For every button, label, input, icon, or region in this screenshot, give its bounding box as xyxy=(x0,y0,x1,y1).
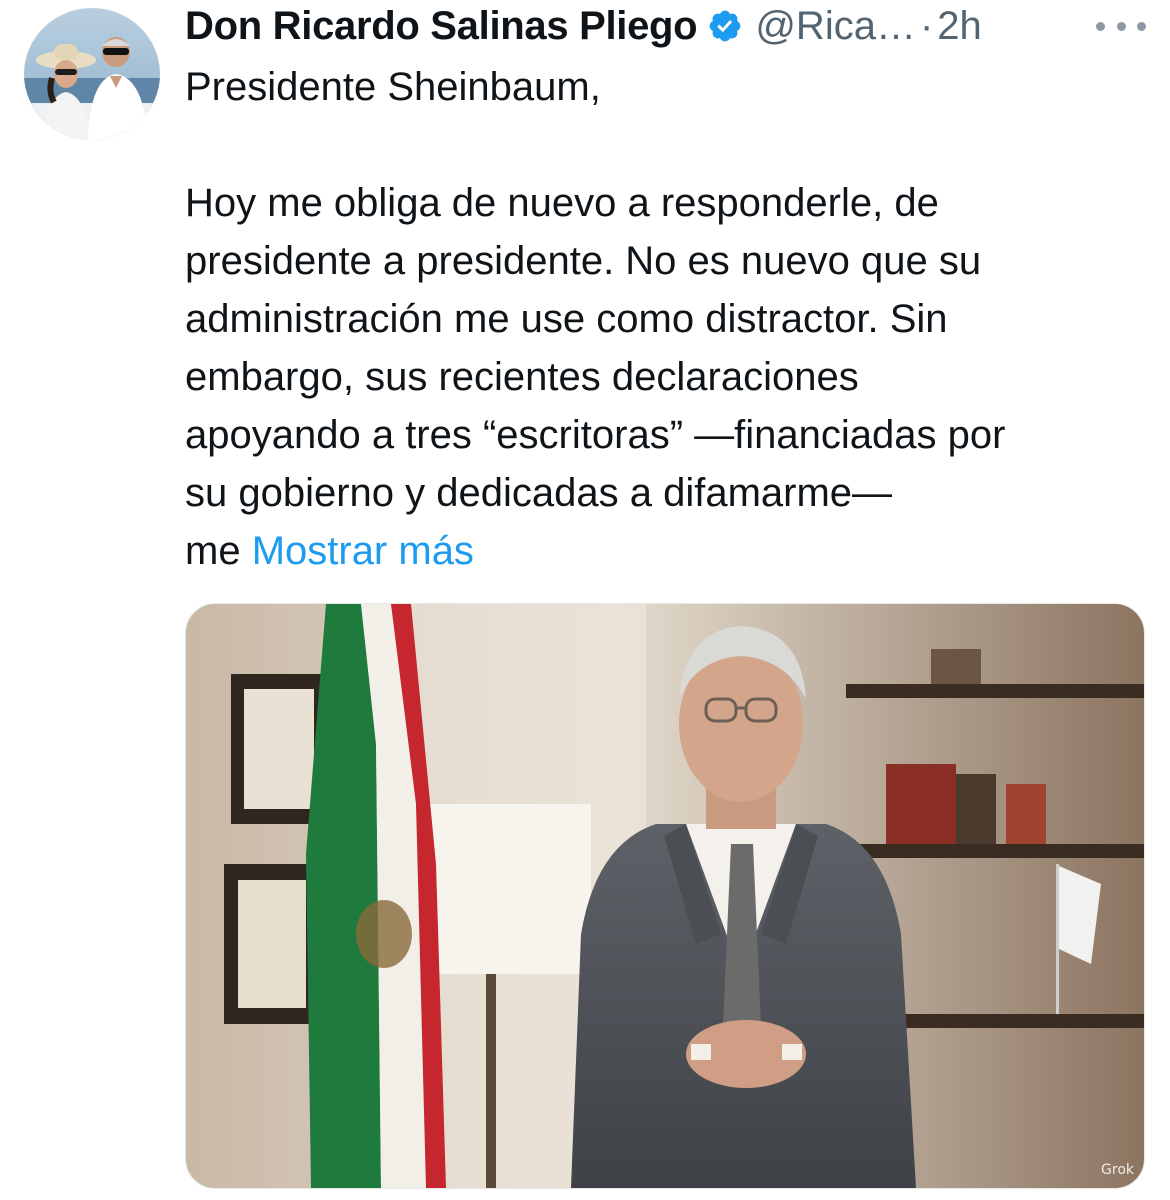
tweet-paragraph: Hoy me obliga de nuevo a responderle, de… xyxy=(185,174,1155,580)
more-dot xyxy=(1096,21,1105,31)
show-more-link[interactable]: Mostrar más xyxy=(252,529,474,573)
more-dot xyxy=(1137,21,1146,31)
tweet-text: Presidente Sheinbaum, Hoy me obliga de n… xyxy=(185,58,1155,580)
tweet-timestamp[interactable]: 2h xyxy=(937,4,982,49)
tweet-header: Don Ricardo Salinas Pliego @Rica… · 2h xyxy=(185,0,1145,52)
more-options-icon[interactable] xyxy=(1096,14,1146,38)
verified-badge-icon xyxy=(707,8,743,44)
grok-watermark: Grok xyxy=(1101,1162,1134,1178)
separator-dot: · xyxy=(919,3,934,48)
author-handle[interactable]: @Rica… xyxy=(755,4,916,49)
tweet-paragraph-text: Hoy me obliga de nuevo a responderle, de… xyxy=(185,181,1006,573)
more-dot xyxy=(1116,21,1126,31)
tweet-media-photo[interactable]: Grok xyxy=(185,603,1145,1189)
tweet-salutation: Presidente Sheinbaum, xyxy=(185,65,601,109)
tweet[interactable]: Don Ricardo Salinas Pliego @Rica… · 2h P… xyxy=(0,0,1170,1200)
author-avatar[interactable] xyxy=(24,8,160,140)
author-name[interactable]: Don Ricardo Salinas Pliego xyxy=(185,4,698,49)
